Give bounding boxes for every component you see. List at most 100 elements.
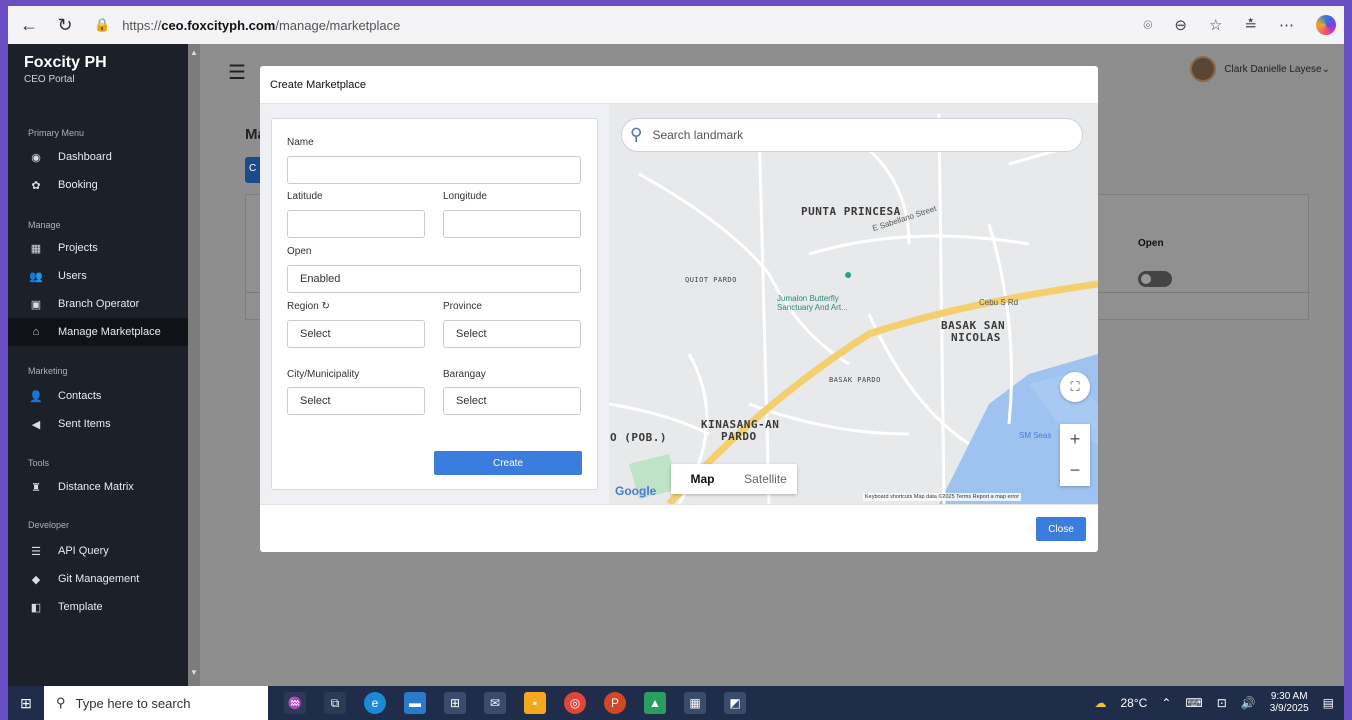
dashboard-icon: ◉ (31, 151, 41, 164)
search-icon: ⚲ (630, 125, 643, 144)
clock[interactable]: 9:30 AM 3/9/2025 (1270, 691, 1309, 715)
file-explorer-icon[interactable]: ▬ (404, 692, 426, 714)
landmark-search[interactable]: ⚲ Search landmark (621, 118, 1083, 152)
open-toggle[interactable] (1138, 271, 1172, 287)
map[interactable]: ⚲ Search landmark PUNTA PRINCESA QUIOT P… (609, 104, 1098, 504)
open-select[interactable]: Enabled (287, 265, 581, 293)
province-select[interactable]: Select (443, 320, 581, 348)
search-placeholder: Search landmark (652, 128, 744, 142)
avatar (1190, 56, 1217, 82)
notifications-icon[interactable]: ▤ (1323, 696, 1334, 710)
section-developer: Developer (28, 520, 70, 530)
city-select[interactable]: Select (287, 387, 425, 415)
url-domain: ceo.foxcityph.com (161, 17, 276, 33)
task-view-icon[interactable]: ⧉ (324, 692, 346, 714)
photos-icon[interactable]: ◩ (724, 692, 746, 714)
sidebar-item-label: Distance Matrix (58, 481, 134, 493)
barangay-select[interactable]: Select (443, 387, 581, 415)
location-icon[interactable]: ⌾ (1143, 17, 1152, 34)
create-button[interactable]: Create (434, 451, 582, 475)
sidebar-item-label: Template (58, 601, 103, 613)
zoom-icon[interactable]: ⊖ (1174, 16, 1187, 34)
network-icon[interactable]: ⊡ (1217, 696, 1227, 710)
name-label: Name (287, 137, 314, 148)
calculator-icon[interactable]: ▦ (684, 692, 706, 714)
sidebar-item-sent-items[interactable]: ◀ Sent Items (8, 410, 188, 438)
sidebar-item-users[interactable]: 👥 Users (8, 262, 188, 290)
copilot-icon[interactable] (1316, 15, 1336, 35)
sidebar-item-label: Booking (58, 179, 98, 191)
sidebar-item-label: Sent Items (58, 418, 111, 430)
temperature[interactable]: 28°C (1121, 696, 1148, 710)
sticky-notes-icon[interactable]: ▪ (524, 692, 546, 714)
brand: Foxcity PH CEO Portal (8, 44, 188, 95)
create-marketplace-modal: Create Marketplace Name Latitude Longitu… (260, 66, 1098, 552)
contacts-icon: 👤 (29, 390, 43, 403)
region-label-text: Region (287, 301, 319, 312)
sidebar-item-branch-operator[interactable]: ▣ Branch Operator (8, 290, 188, 318)
user-menu[interactable]: Clark Danielle Layese ⌄ (1190, 56, 1330, 82)
scroll-down-icon[interactable]: ▼ (190, 668, 198, 677)
tray-chevron-icon[interactable]: ⌃ (1161, 696, 1171, 710)
chrome-icon[interactable]: ◎ (564, 692, 586, 714)
refresh-icon[interactable]: ↻ (50, 10, 80, 40)
collections-icon[interactable]: ≛ (1244, 16, 1257, 34)
sidebar-item-distance-matrix[interactable]: ♜ Distance Matrix (8, 473, 188, 501)
map-attribution[interactable]: Keyboard shortcuts Map data ©2025 Terms … (863, 493, 1022, 501)
sidebar-item-label: Git Management (58, 573, 140, 585)
lock-icon: 🔒 (94, 17, 111, 32)
map-poi-butterfly-sanctuary[interactable]: Jumalon Butterfly Sanctuary And Art... (777, 294, 851, 312)
mail-icon[interactable]: ✉ (484, 692, 506, 714)
sidebar-item-label: Branch Operator (58, 298, 140, 310)
region-select[interactable]: Select (287, 320, 425, 348)
sidebar-item-git-management[interactable]: ◆ Git Management (8, 565, 188, 593)
zoom-in-icon[interactable]: + (1060, 424, 1090, 455)
sidebar-item-manage-marketplace[interactable]: ⌂ Manage Marketplace (8, 318, 188, 346)
map-label-sm-seaside: SM Seas (1019, 431, 1052, 440)
map-label-quiot-pardo: QUIOT PARDO (685, 276, 737, 284)
projects-icon: ▦ (30, 242, 42, 255)
page-viewport: Foxcity PH CEO Portal Primary Menu ◉ Dash… (8, 44, 1344, 686)
clock-time: 9:30 AM (1270, 691, 1308, 702)
keyboard-icon[interactable]: ⌨ (1185, 696, 1202, 710)
map-label-basak-pardo: BASAK PARDO (829, 376, 881, 384)
favorite-icon[interactable]: ☆ (1209, 16, 1222, 34)
recenter-icon[interactable]: ⛶ (1060, 372, 1090, 402)
volume-icon[interactable]: 🔊 (1241, 696, 1256, 710)
menu-toggle-icon[interactable]: ☰ (228, 60, 246, 85)
weather-icon[interactable]: ☁ (1095, 696, 1107, 710)
widgets-icon[interactable]: ♒ (284, 692, 306, 714)
map-type-satellite[interactable]: Satellite (734, 464, 797, 494)
store-icon[interactable]: ⊞ (444, 692, 466, 714)
province-label: Province (443, 301, 482, 312)
system-tray: ☁ 28°C ⌃ ⌨ ⊡ 🔊 9:30 AM 3/9/2025 ▤ (1095, 686, 1335, 720)
latitude-label: Latitude (287, 191, 323, 202)
back-icon[interactable]: ← (14, 10, 44, 40)
more-icon[interactable]: ⋯ (1279, 16, 1294, 34)
edge-icon[interactable]: e (364, 692, 386, 714)
sidebar-item-projects[interactable]: ▦ Projects (8, 234, 188, 262)
sidebar-item-template[interactable]: ◧ Template (8, 593, 188, 621)
close-button[interactable]: Close (1036, 517, 1086, 541)
sidebar-scrollbar[interactable]: ▲ ▼ (188, 44, 200, 686)
taskbar-search-placeholder: Type here to search (75, 695, 191, 711)
sidebar-item-api-query[interactable]: ☰ API Query (8, 537, 188, 565)
sidebar-item-contacts[interactable]: 👤 Contacts (8, 382, 188, 410)
name-field[interactable] (287, 156, 581, 184)
map-roads (609, 104, 1098, 504)
latitude-field[interactable] (287, 210, 425, 238)
map-type-map[interactable]: Map (671, 464, 734, 494)
windows-start-icon[interactable]: ⊞ (8, 686, 44, 720)
address-bar[interactable]: 🔒 https://ceo.foxcityph.com/manage/marke… (94, 17, 400, 33)
zoom-out-icon[interactable]: − (1060, 455, 1090, 486)
sidebar-item-dashboard[interactable]: ◉ Dashboard (8, 143, 188, 171)
drive-icon[interactable]: ▲ (644, 692, 666, 714)
sidebar-item-booking[interactable]: ✿ Booking (8, 171, 188, 199)
url-prefix: https:// (122, 17, 162, 33)
longitude-label: Longitude (443, 191, 487, 202)
taskbar-search[interactable]: ⚲ Type here to search (44, 686, 268, 720)
powerpoint-icon[interactable]: P (604, 692, 626, 714)
sidebar-item-label: Users (58, 270, 87, 282)
longitude-field[interactable] (443, 210, 581, 238)
scroll-up-icon[interactable]: ▲ (190, 48, 198, 57)
